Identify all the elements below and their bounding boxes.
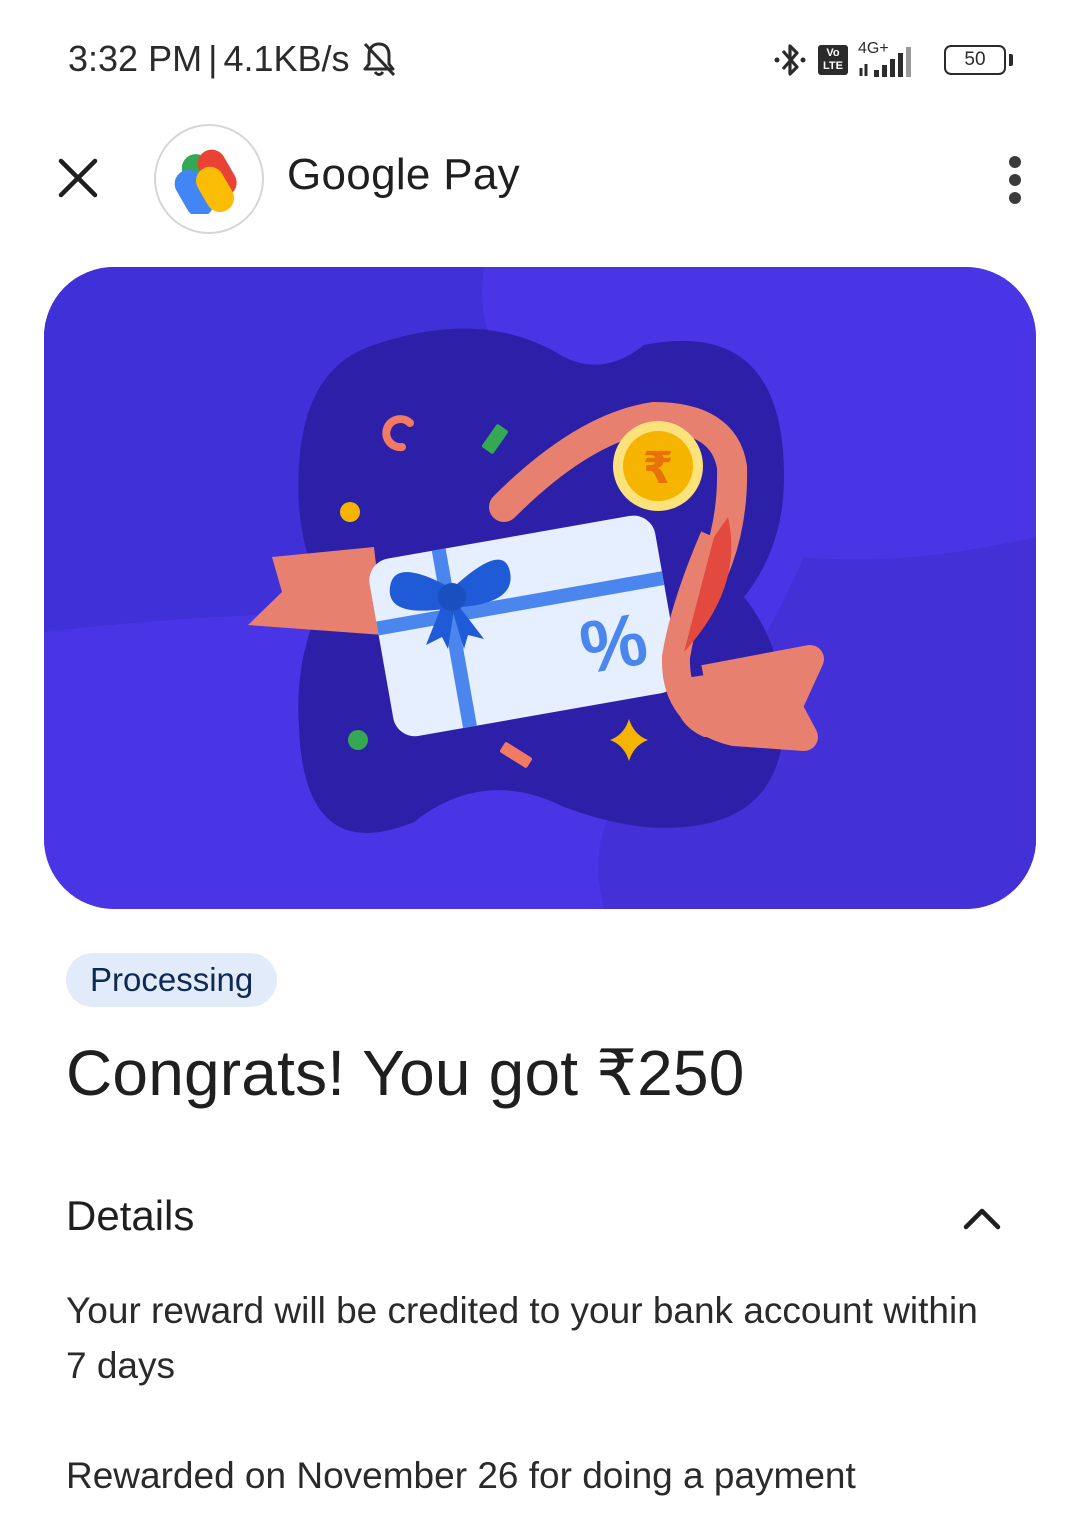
status-left: 3:32 PM | 4.1KB/s [68,38,398,80]
close-icon [58,158,98,198]
confetti-green-dot [348,730,368,750]
reward-note: Rewarded on November 26 for doing a paym… [66,1455,856,1496]
bluetooth-icon [772,40,808,80]
volte-bottom-label: LTE [823,60,843,72]
app-title: Google Pay [287,150,520,199]
google-pay-logo [154,124,264,234]
credit-note: Your reward will be credited to your ban… [66,1290,978,1386]
battery-icon: 50 [944,45,1013,75]
reward-headline: Congrats! You got ₹250 [66,1037,745,1109]
status-bar: 3:32 PM | 4.1KB/s Vo LTE 4G+ 50 [0,0,1080,120]
status-time: 3:32 PM [68,38,203,79]
status-badge: Processing [66,953,278,1007]
status-speed: 4.1KB/s [223,38,350,79]
app-bar: Google Pay [0,120,1080,240]
confetti-yellow-dot [340,502,360,522]
volte-icon: Vo LTE [818,45,848,75]
signal-icon: 4G+ [858,40,928,80]
rupee-coin-icon: ₹ [613,421,703,511]
more-options-button[interactable] [1000,150,1030,210]
mute-bell-icon [360,39,398,79]
collapse-details-button[interactable] [962,1198,1002,1238]
status-right: Vo LTE 4G+ 50 [772,38,1013,82]
volte-top-label: Vo [826,47,840,59]
status-separator: | [208,38,218,79]
reward-banner: % ₹ [44,267,1036,909]
more-vert-icon [1009,156,1021,204]
chevron-up-icon [963,1208,1001,1230]
rupee-symbol: ₹ [643,443,674,494]
battery-level: 50 [964,49,986,70]
details-title: Details [66,1192,195,1239]
close-button[interactable] [52,152,104,204]
details-header[interactable]: Details [66,1188,1016,1248]
